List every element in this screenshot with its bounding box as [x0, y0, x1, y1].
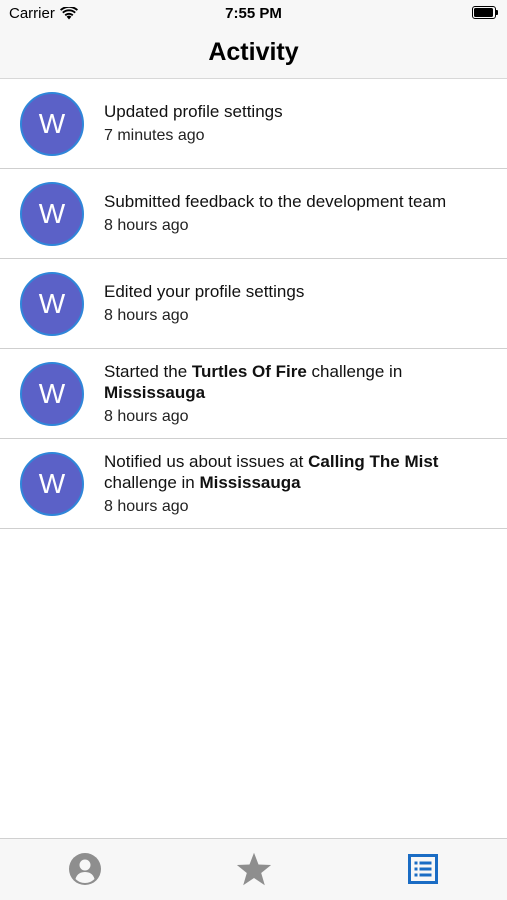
list-icon	[408, 854, 438, 884]
activity-timestamp: 7 minutes ago	[104, 127, 205, 144]
activity-item[interactable]: W Started the Turtles Of Fire challenge …	[0, 349, 507, 439]
activity-item[interactable]: W Notified us about issues at Calling Th…	[0, 439, 507, 529]
user-circle-icon	[69, 853, 101, 885]
activity-description: Submitted feedback to the development te…	[104, 192, 447, 211]
status-time: 7:55 PM	[225, 5, 282, 22]
page-title: Activity	[208, 38, 299, 66]
activity-item[interactable]: W Edited your profile settings 8 hours a…	[0, 259, 507, 349]
avatar: W	[20, 272, 84, 336]
avatar: W	[20, 452, 84, 516]
activity-description: Updated profile settings	[104, 102, 283, 121]
activity-description: Edited your profile settings	[104, 282, 305, 301]
status-bar: Carrier 7:55 PM	[0, 0, 507, 28]
activity-timestamp: 8 hours ago	[104, 217, 189, 234]
battery-icon	[472, 6, 498, 19]
avatar: W	[20, 92, 84, 156]
location-name: Mississauga	[104, 382, 206, 402]
activity-timestamp: 8 hours ago	[104, 497, 189, 515]
activity-item[interactable]: W Submitted feedback to the development …	[0, 169, 507, 259]
tab-bar	[0, 838, 507, 900]
navigation-bar: Activity	[0, 28, 507, 79]
challenge-name: Turtles Of Fire	[191, 361, 307, 381]
activity-timestamp: 8 hours ago	[104, 307, 189, 324]
tab-activity[interactable]	[405, 851, 441, 887]
challenge-name: Calling The Mist	[308, 451, 439, 471]
activity-description: Started the Turtles Of Fire challenge in…	[104, 361, 403, 402]
activity-item[interactable]: W Updated profile settings 7 minutes ago	[0, 79, 507, 169]
activity-timestamp: 8 hours ago	[104, 407, 189, 425]
avatar: W	[20, 362, 84, 426]
tab-profile[interactable]	[67, 851, 103, 887]
activity-description: Notified us about issues at Calling The …	[104, 451, 439, 492]
location-name: Mississauga	[199, 472, 301, 492]
avatar: W	[20, 182, 84, 246]
star-icon	[236, 852, 272, 886]
activity-list: W Updated profile settings 7 minutes ago…	[0, 79, 507, 529]
tab-favorites[interactable]	[236, 851, 272, 887]
